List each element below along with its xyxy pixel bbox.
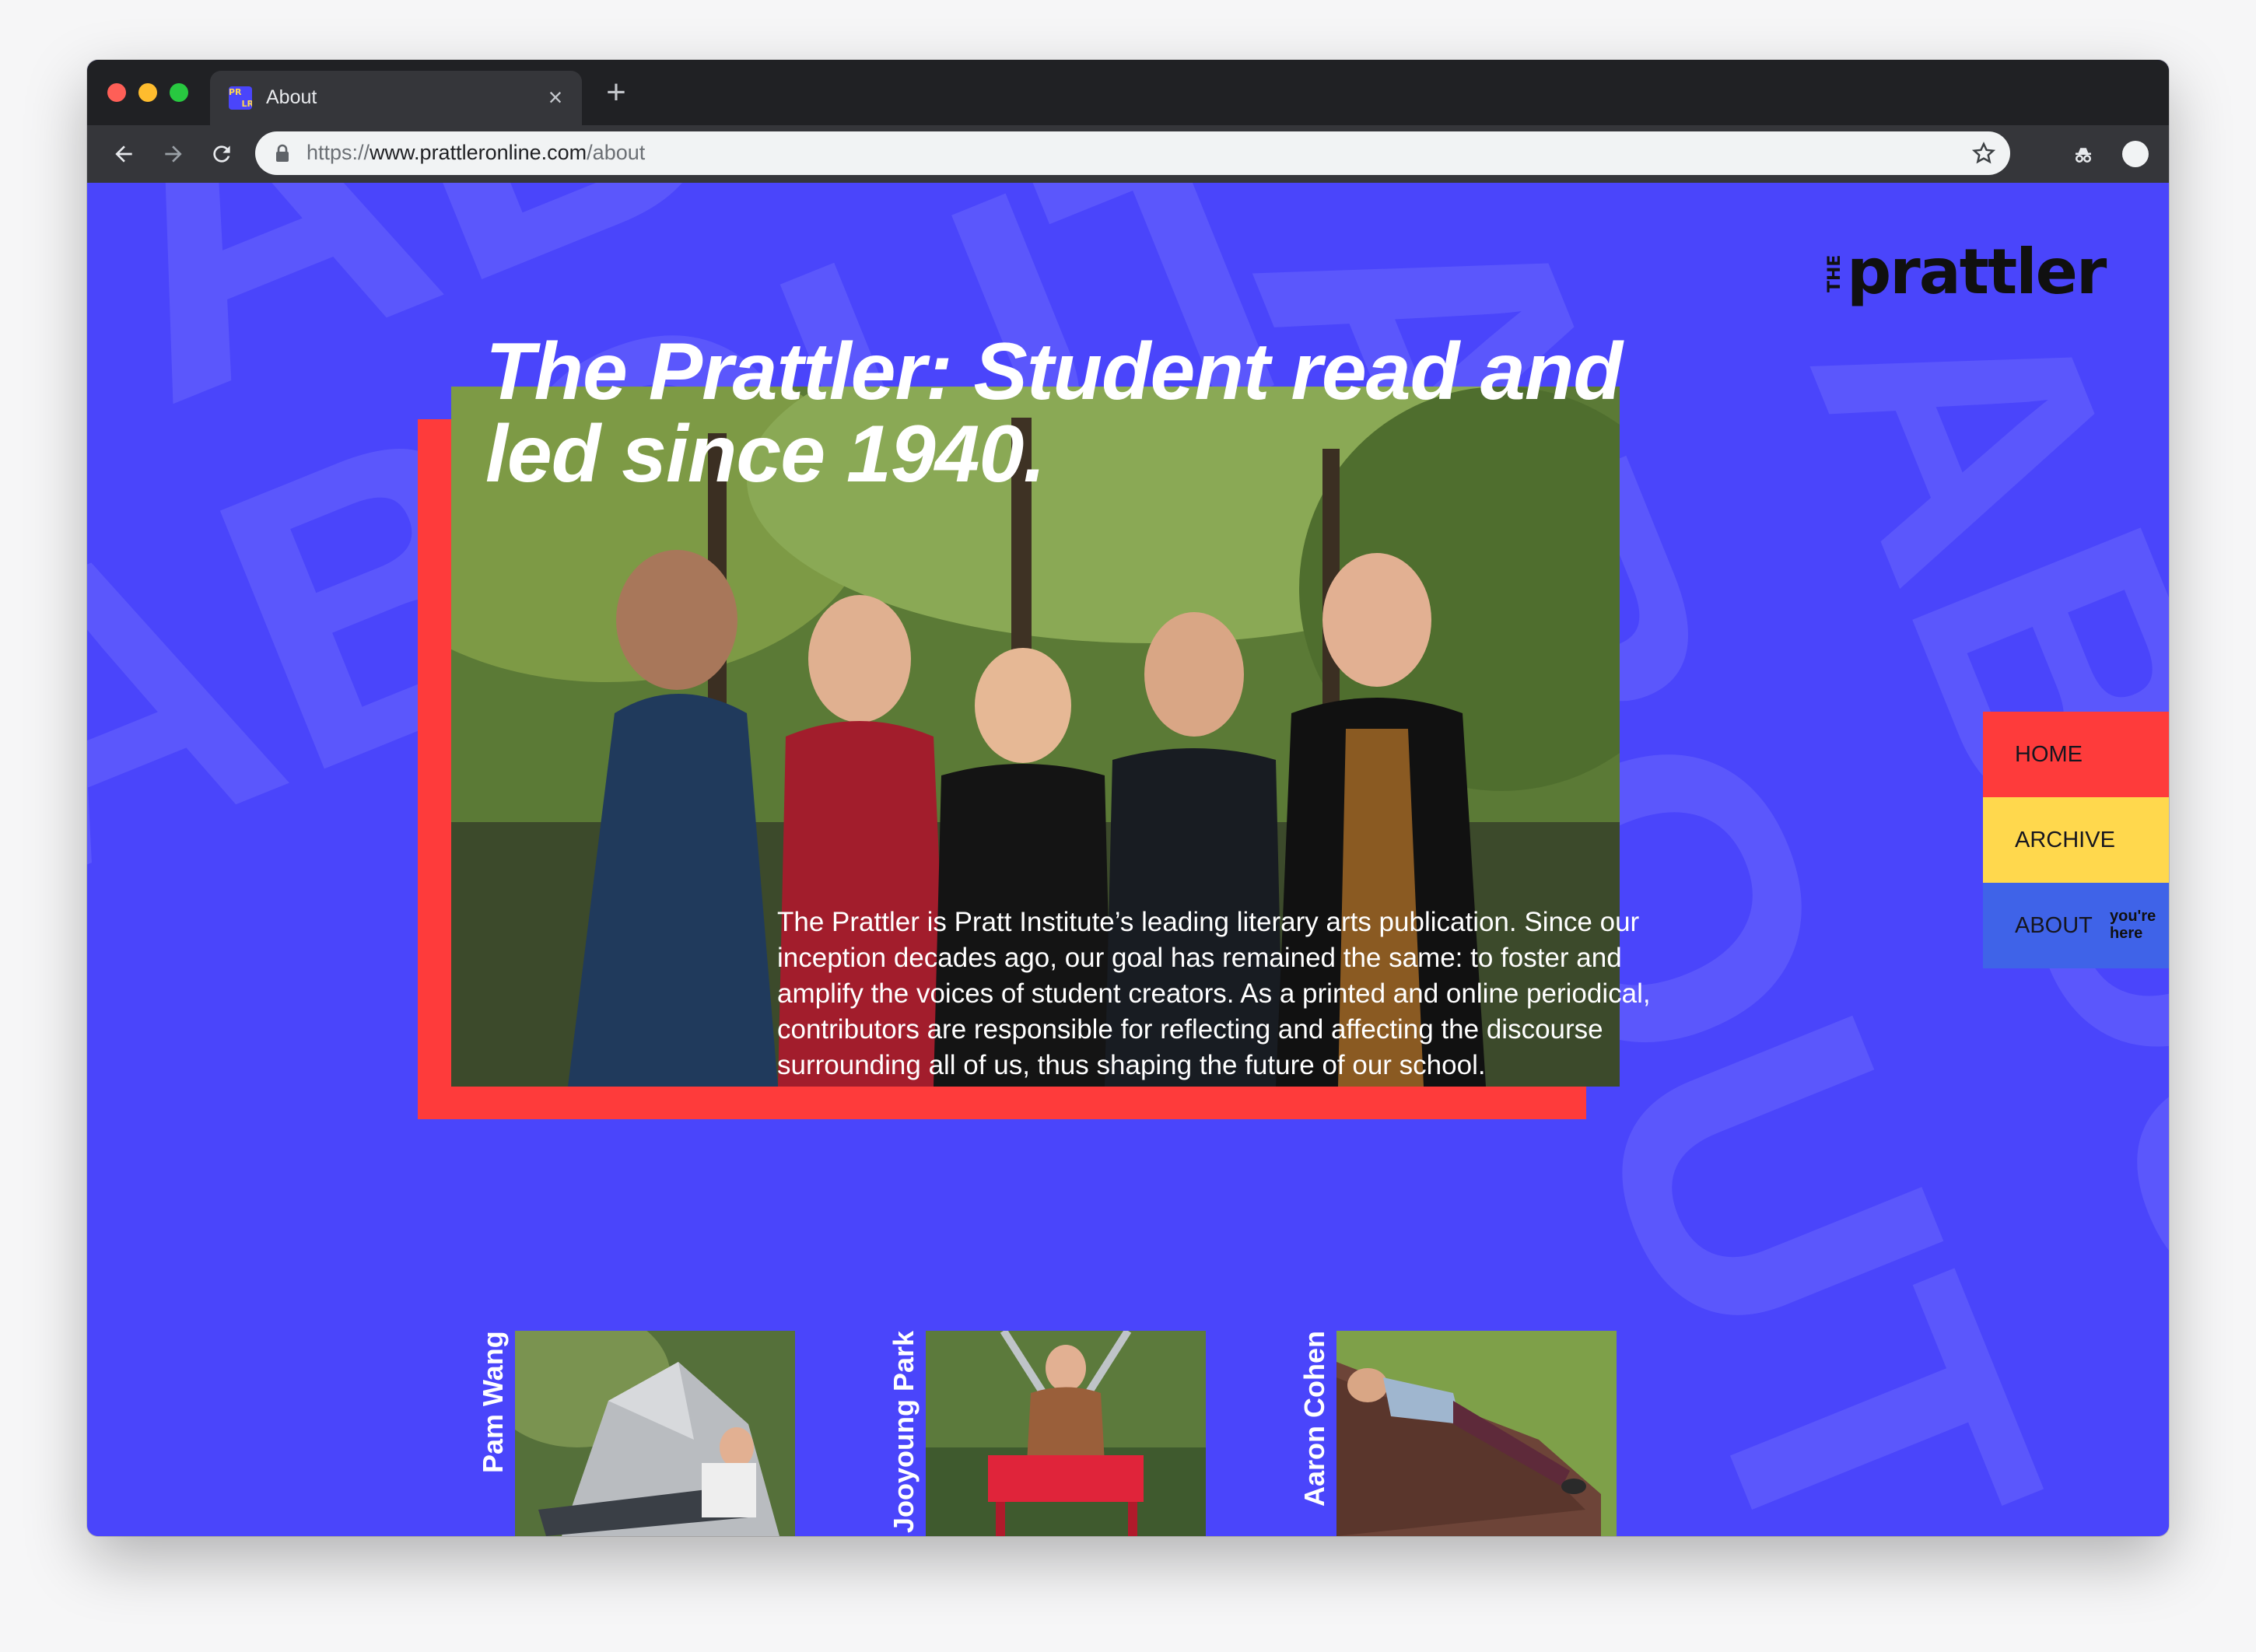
- url-host: www.prattleronline.com: [370, 141, 587, 164]
- logo-name: prattler: [1847, 236, 2107, 308]
- page-content: ABOUT ABOUT ABOUT ABOUT THE prattler: [87, 183, 2169, 1536]
- url-scheme: https://: [307, 141, 370, 164]
- minimize-window-button[interactable]: [138, 83, 157, 102]
- address-bar[interactable]: https://www.prattleronline.com/about: [255, 131, 2010, 175]
- back-arrow-icon[interactable]: [104, 135, 143, 173]
- url-path: /about: [587, 141, 646, 164]
- zoom-window-button[interactable]: [170, 83, 188, 102]
- member-photo: [1336, 1331, 1617, 1536]
- nav-item-archive[interactable]: ARCHIVE: [1983, 797, 2169, 883]
- tab-strip: PR LR About × +: [87, 60, 2169, 125]
- page-title: The Prattler: Student read and led since…: [485, 327, 1623, 499]
- close-tab-icon[interactable]: ×: [540, 82, 571, 113]
- side-navigation: HOME ARCHIVE ABOUT you're here: [1983, 712, 2169, 968]
- current-page-indicator: you're here: [2110, 908, 2156, 942]
- member-photo: [515, 1331, 795, 1536]
- bookmark-star-icon[interactable]: [1968, 138, 1999, 169]
- nav-archive-label: ARCHIVE: [2015, 827, 2115, 852]
- reload-icon[interactable]: [202, 135, 241, 173]
- logo-prefix: THE: [1825, 254, 1844, 293]
- lock-icon: [276, 144, 289, 162]
- profile-avatar-icon[interactable]: [2122, 141, 2149, 167]
- url-text: https://www.prattleronline.com/about: [307, 141, 645, 165]
- tab-about[interactable]: PR LR About ×: [210, 71, 582, 125]
- member-photo: [926, 1331, 1206, 1536]
- nav-item-home[interactable]: HOME: [1983, 712, 2169, 797]
- member-name: Aaron Cohen: [1298, 1331, 1330, 1507]
- nav-home-label: HOME: [2015, 741, 2083, 767]
- nav-item-about[interactable]: ABOUT you're here: [1983, 883, 2169, 968]
- favicon-letters-top: PR: [229, 87, 242, 97]
- browser-toolbar: https://www.prattleronline.com/about: [87, 125, 2169, 183]
- new-tab-icon[interactable]: +: [597, 74, 635, 111]
- member-name: Pam Wang: [477, 1331, 509, 1473]
- tab-title: About: [266, 86, 317, 108]
- browser-window: PR LR About × + https://www.prattleronli…: [87, 60, 2169, 1536]
- incognito-icon[interactable]: [2068, 139, 2099, 170]
- nav-about-label: ABOUT: [2015, 912, 2093, 938]
- close-window-button[interactable]: [107, 83, 126, 102]
- forward-arrow-icon[interactable]: [154, 135, 193, 173]
- favicon-icon: PR LR: [229, 86, 252, 110]
- favicon-letters-bottom: LR: [241, 99, 252, 109]
- about-description: The Prattler is Pratt Institute’s leadin…: [777, 907, 1651, 1080]
- member-name: Jooyoung Park: [888, 1331, 920, 1534]
